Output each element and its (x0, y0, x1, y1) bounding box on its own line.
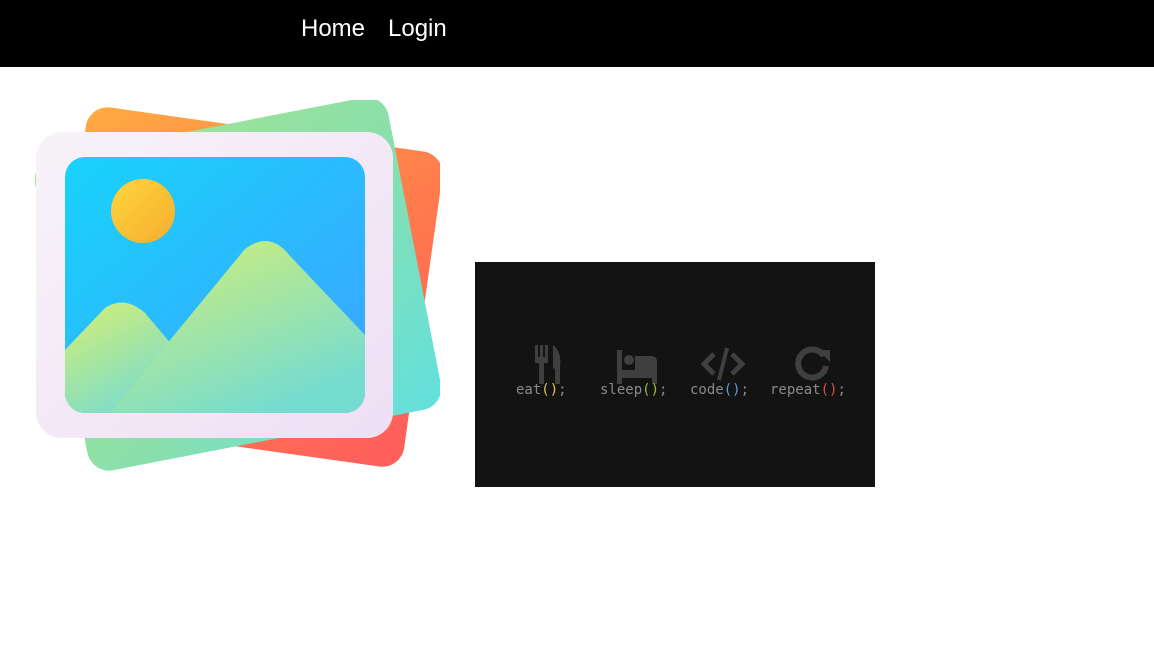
code-icon (701, 347, 745, 381)
fork-knife-icon (535, 345, 561, 384)
banner-item-code: code(); (690, 342, 756, 402)
sleep-label: sleep(); (600, 382, 668, 398)
bed-icon (617, 350, 657, 384)
code-banner: eat(); sleep(); code(); repeat(); (475, 262, 875, 487)
nav-home-link[interactable]: Home (301, 14, 365, 44)
repeat-label: repeat(); (770, 382, 846, 398)
banner-item-sleep: sleep(); (600, 342, 674, 402)
banner-item-repeat: repeat(); (770, 342, 854, 402)
image-gallery-icon (34, 100, 440, 471)
eat-label: eat(); (516, 382, 567, 398)
top-navbar: Home Login (0, 0, 1154, 67)
code-label: code(); (690, 382, 750, 398)
nav-login-link[interactable]: Login (388, 14, 447, 44)
refresh-icon (795, 346, 830, 381)
gallery-image (30, 100, 440, 472)
banner-item-eat: eat(); (516, 342, 576, 402)
